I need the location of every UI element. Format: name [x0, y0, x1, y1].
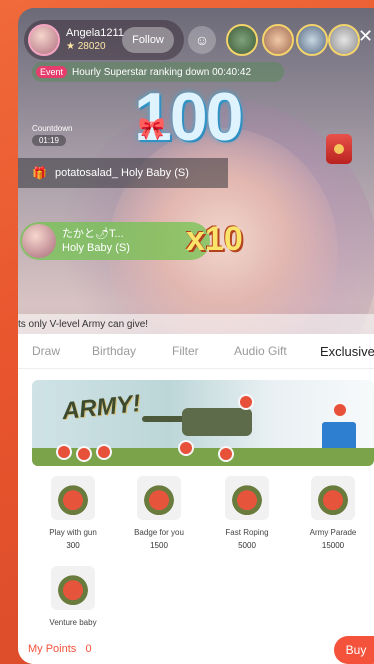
host-info: Angela1211 ★ 28020 [66, 27, 124, 53]
countdown-widget[interactable]: Countdown 01:19 [32, 92, 352, 164]
viewer-avatar[interactable] [226, 24, 258, 56]
gift-name: Fast Roping [225, 528, 269, 537]
live-stream-screen: Angela1211 ★ 28020 Follow ☺ ✕ Event Hour… [18, 8, 374, 664]
profile-icon[interactable]: ☺ [188, 26, 216, 54]
tab-filter[interactable]: Filter [172, 344, 199, 358]
tab-audio-gift[interactable]: Audio Gift [234, 344, 287, 358]
mascot-graphic [218, 446, 234, 462]
banner-title: ARMY! [60, 389, 142, 426]
gift-name: Badge for you [134, 528, 184, 537]
gift-image [311, 476, 355, 520]
mascot-graphic [96, 444, 112, 460]
countdown-label: Countdown [32, 124, 73, 133]
gift-image [137, 476, 181, 520]
tank-graphic [182, 408, 252, 436]
gift-price: 300 [66, 541, 80, 550]
tab-exclusive[interactable]: Exclusive [320, 344, 374, 359]
gift-tabs: Draw Birthday Filter Audio Gift Exclusiv… [18, 334, 374, 369]
gift-item[interactable]: Fast Roping 5000 [206, 476, 288, 550]
countdown-time: 01:19 [32, 135, 66, 146]
mascot-graphic [332, 402, 348, 418]
gift-name: Venture baby [49, 618, 97, 627]
sender-avatar [22, 224, 56, 258]
points-label: My Points [28, 643, 77, 655]
mascot-graphic [56, 444, 72, 460]
host-points: ★ 28020 [66, 41, 106, 52]
host-name: Angela1211 [66, 27, 124, 39]
red-envelope-icon [326, 134, 352, 164]
points-value: 0 [85, 643, 92, 655]
event-tag: Event [36, 66, 68, 78]
host-avatar[interactable] [28, 24, 60, 56]
gift-footer: My Points 0 Buy [18, 636, 374, 664]
gift-multiplier: x10 [186, 220, 243, 258]
gift-name: Army Parade [309, 528, 357, 537]
gift-image [51, 566, 95, 610]
gift-name: Play with gun [49, 528, 97, 537]
sender-name: たかと🌶T... [62, 228, 124, 240]
gift-notification-banner: 🎁 potatosalad_ Holy Baby (S) [18, 158, 228, 188]
host-points-value: 28020 [77, 41, 106, 52]
follow-button[interactable]: Follow [122, 27, 174, 53]
tab-birthday[interactable]: Birthday [92, 344, 136, 358]
ticker-text: Hourly Superstar ranking down 00:40:42 [72, 66, 252, 78]
viewer-avatar[interactable] [328, 24, 360, 56]
gift-item[interactable]: Army Parade 15000 [292, 476, 374, 550]
gift-image [225, 476, 269, 520]
viewer-avatar[interactable] [262, 24, 294, 56]
mascot-graphic [76, 446, 92, 462]
host-info-pill[interactable]: Angela1211 ★ 28020 Follow [24, 20, 184, 60]
gift-banner-text: potatosalad_ Holy Baby (S) [54, 167, 189, 179]
my-points[interactable]: My Points 0 [28, 643, 92, 655]
mascot-graphic [178, 440, 194, 456]
buy-button[interactable]: Buy [334, 636, 374, 664]
gift-price: 1500 [150, 541, 168, 550]
army-banner[interactable]: ARMY! [32, 380, 374, 466]
panel-notice: ts only V-level Army can give! [18, 314, 374, 334]
gift-item[interactable]: Badge for you 1500 [118, 476, 200, 550]
close-icon[interactable]: ✕ [358, 26, 373, 47]
tank-gun-graphic [142, 416, 186, 422]
gift-image [51, 476, 95, 520]
gift-price: 15000 [321, 541, 345, 550]
gift-item[interactable]: Play with gun 300 [32, 476, 114, 550]
tab-draw[interactable]: Draw [32, 344, 60, 358]
gift-icon: 🎁 [32, 166, 47, 180]
gift-toast: たかと🌶T... Holy Baby (S) [20, 222, 210, 260]
gift-panel: Draw Birthday Filter Audio Gift Exclusiv… [18, 334, 374, 664]
toast-gift-name: Holy Baby (S) [62, 242, 130, 254]
gift-price: 5000 [238, 541, 256, 550]
bow-icon: 🎀 [138, 116, 166, 141]
mascot-graphic [238, 394, 254, 410]
viewer-avatar[interactable] [296, 24, 328, 56]
gift-item[interactable]: Venture baby [32, 566, 114, 631]
